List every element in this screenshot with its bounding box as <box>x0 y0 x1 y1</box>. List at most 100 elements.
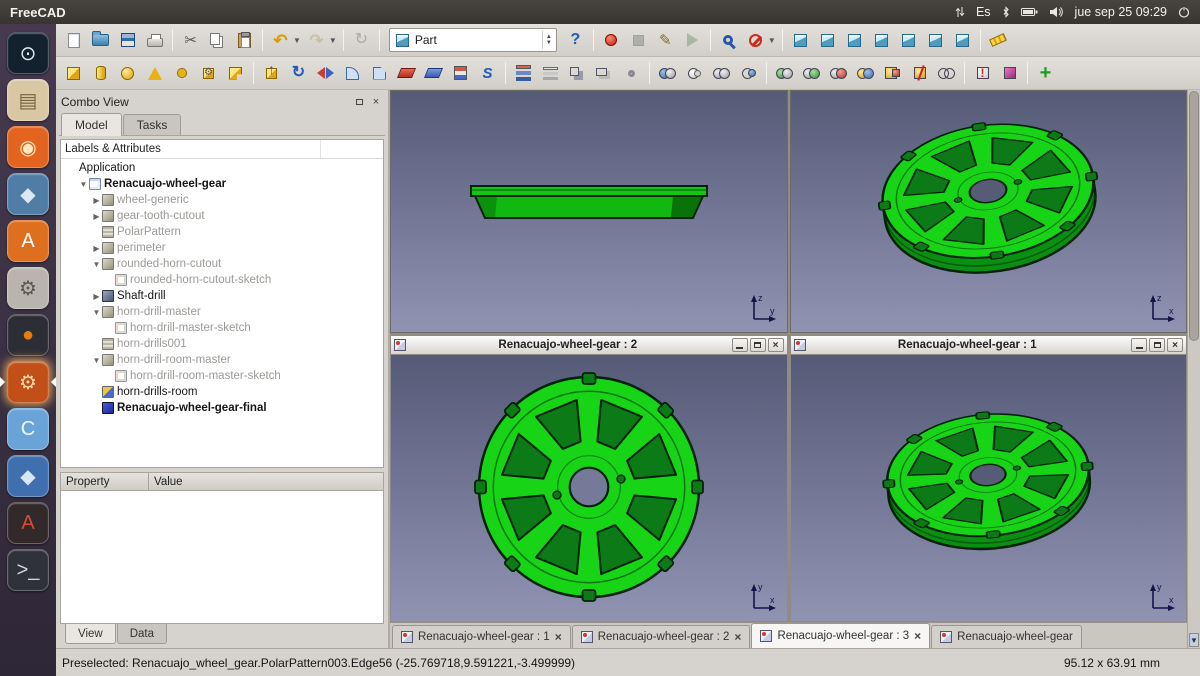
view-right-button[interactable] <box>869 28 894 53</box>
view-bottom-button[interactable] <box>923 28 948 53</box>
expander-icon[interactable]: ▼ <box>91 356 102 365</box>
bluetooth-icon[interactable] <box>1002 6 1010 18</box>
expander-icon[interactable]: ▶ <box>91 292 102 301</box>
launcher-item-ubuntu-software[interactable]: A <box>7 220 49 262</box>
refresh-button[interactable]: ↻ <box>349 28 374 53</box>
scroll-down-icon[interactable]: ▼ <box>1189 633 1199 647</box>
cross-sections-button[interactable] <box>538 61 563 86</box>
intersection-button[interactable] <box>736 61 761 86</box>
tree-item[interactable]: PolarPattern <box>61 224 383 240</box>
torus-button[interactable] <box>169 61 194 86</box>
tree-item[interactable]: ▶perimeter <box>61 240 383 256</box>
tab-close-icon[interactable]: × <box>914 629 921 643</box>
expander-icon[interactable]: ▶ <box>91 244 102 253</box>
dropdown-arrow-icon[interactable]: ▼ <box>768 36 776 45</box>
fillet-button[interactable] <box>340 61 365 86</box>
power-icon[interactable] <box>1178 6 1190 18</box>
volume-icon[interactable] <box>1049 6 1064 18</box>
sweep-button[interactable]: S <box>475 61 500 86</box>
macro-record-button[interactable] <box>599 28 624 53</box>
box-button[interactable] <box>61 61 86 86</box>
viewport-top-left[interactable]: zy <box>390 90 788 333</box>
mdi-tab[interactable]: Renacuajo-wheel-gear <box>931 625 1082 648</box>
launcher-item-archive-app[interactable]: A <box>7 502 49 544</box>
slice-apart-button[interactable] <box>880 61 905 86</box>
join-embed-button[interactable] <box>799 61 824 86</box>
offset-3d-button[interactable] <box>565 61 590 86</box>
view-front-button[interactable] <box>815 28 840 53</box>
panel-float-button[interactable] <box>352 95 366 109</box>
tab-tasks[interactable]: Tasks <box>123 114 182 135</box>
mdi-tab[interactable]: Renacuajo-wheel-gear : 1× <box>392 625 571 648</box>
viewport-titlebar[interactable]: Renacuajo-wheel-gear : 1 × <box>791 336 1187 354</box>
union-button[interactable] <box>709 61 734 86</box>
viewport-bottom-left[interactable]: yx <box>391 354 787 621</box>
launcher-item-freecad-active[interactable]: ⚙ <box>7 361 49 403</box>
macro-stop-button[interactable] <box>626 28 651 53</box>
launcher-item-media-app[interactable]: ◆ <box>7 173 49 215</box>
offset-2d-button[interactable] <box>592 61 617 86</box>
redo-button[interactable]: ↷ <box>304 28 329 53</box>
boolean-fragments-button[interactable] <box>853 61 878 86</box>
cut-button[interactable]: ✂ <box>178 28 203 53</box>
tree-item[interactable]: ▼horn-drill-master <box>61 304 383 320</box>
fit-all-button[interactable] <box>716 28 741 53</box>
join-connect-button[interactable] <box>772 61 797 86</box>
viewport-titlebar[interactable]: Renacuajo-wheel-gear : 2 × <box>391 336 787 354</box>
ruled-surface-button[interactable] <box>421 61 446 86</box>
expander-icon[interactable]: ▶ <box>91 212 102 221</box>
undo-button[interactable]: ↶ <box>268 28 293 53</box>
battery-icon[interactable] <box>1021 7 1038 17</box>
restore-button[interactable] <box>1149 338 1165 352</box>
tree-item[interactable]: ▼rounded-horn-cutout <box>61 256 383 272</box>
workbench-selector[interactable]: Part▲▼ <box>389 28 557 52</box>
tab-view[interactable]: View <box>65 624 116 644</box>
tree-item[interactable]: ▼horn-drill-room-master <box>61 352 383 368</box>
scrollbar-thumb[interactable] <box>1189 91 1199 341</box>
revolve-button[interactable]: ↻ <box>286 61 311 86</box>
dropdown-arrow-icon[interactable]: ▼ <box>329 36 337 45</box>
expander-icon[interactable]: ▼ <box>91 260 102 269</box>
spinner-arrows-icon[interactable]: ▲▼ <box>542 31 552 49</box>
draw-style-button[interactable] <box>743 28 768 53</box>
mirror-button[interactable] <box>313 61 338 86</box>
view-axonometric-button[interactable] <box>788 28 813 53</box>
launcher-item-system-settings[interactable]: ⚙ <box>7 267 49 309</box>
extrude-button[interactable]: ↑ <box>259 61 284 86</box>
whats-this-button[interactable]: ? <box>563 28 588 53</box>
new-document-button[interactable] <box>61 28 86 53</box>
measure-linear-button[interactable] <box>986 28 1011 53</box>
sphere-button[interactable] <box>115 61 140 86</box>
tree-item[interactable]: ▼Renacuajo-wheel-gear <box>61 176 383 192</box>
open-document-button[interactable] <box>88 28 113 53</box>
dropdown-arrow-icon[interactable]: ▼ <box>293 36 301 45</box>
boolean-button[interactable] <box>655 61 680 86</box>
tab-close-icon[interactable]: × <box>555 630 562 644</box>
view-rear-button[interactable] <box>896 28 921 53</box>
print-button[interactable] <box>142 28 167 53</box>
view-left-button[interactable] <box>950 28 975 53</box>
restore-button[interactable] <box>750 338 766 352</box>
tab-data[interactable]: Data <box>117 624 167 644</box>
loft-button[interactable] <box>448 61 473 86</box>
launcher-item-terminal[interactable]: >_ <box>7 549 49 591</box>
shape-builder-button[interactable] <box>223 61 248 86</box>
launcher-item-files[interactable]: ▤ <box>7 79 49 121</box>
clock[interactable]: jue sep 25 09:29 <box>1075 5 1167 19</box>
tree-item[interactable]: ▶wheel-generic <box>61 192 383 208</box>
tree-item[interactable]: Renacuajo-wheel-gear-final <box>61 400 383 416</box>
copy-button[interactable] <box>205 28 230 53</box>
tree-item[interactable]: horn-drill-master-sketch <box>61 320 383 336</box>
mdi-tab[interactable]: Renacuajo-wheel-gear : 2× <box>572 625 751 648</box>
keyboard-indicator[interactable]: Es <box>976 5 991 19</box>
cylinder-button[interactable] <box>88 61 113 86</box>
mdi-scrollbar[interactable]: ▼ <box>1187 90 1200 648</box>
join-cutout-button[interactable] <box>826 61 851 86</box>
macro-play-button[interactable] <box>680 28 705 53</box>
viewport-top-right[interactable]: zx <box>790 90 1188 333</box>
close-button[interactable]: × <box>768 338 784 352</box>
chamfer-button[interactable] <box>367 61 392 86</box>
create-primitives-button[interactable]: ⚙ <box>196 61 221 86</box>
cut-boolean-button[interactable] <box>682 61 707 86</box>
make-face-button[interactable] <box>394 61 419 86</box>
